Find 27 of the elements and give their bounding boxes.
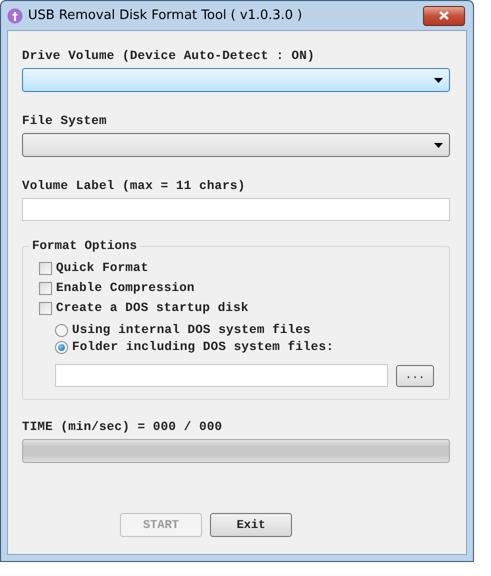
app-icon (7, 8, 23, 24)
close-icon (439, 11, 449, 20)
exit-button[interactable]: Exit (210, 513, 292, 537)
dropdown-arrow-icon (434, 142, 443, 148)
radio-button[interactable] (55, 340, 68, 354)
radio-label: Folder including DOS system files: (72, 340, 334, 354)
checkbox[interactable] (39, 282, 52, 294)
radio-label: Using internal DOS system files (72, 323, 311, 337)
checkbox-label: Create a DOS startup disk (56, 301, 249, 315)
browse-button[interactable]: ... (396, 364, 434, 386)
checkbox[interactable] (39, 302, 52, 314)
folder-path-field[interactable] (55, 364, 388, 387)
checkbox-label: Quick Format (56, 261, 148, 275)
time-label: TIME (min/sec) = 000 / 000 (22, 420, 224, 434)
close-button[interactable] (423, 6, 465, 26)
field-label: Drive Volume (Device Auto-Detect : ON) (22, 49, 316, 63)
field-label: Volume Label (max = 11 chars) (22, 179, 246, 193)
radio-button[interactable] (55, 324, 68, 336)
checkbox[interactable] (39, 262, 52, 274)
dropdown-arrow-icon (434, 78, 443, 82)
checkbox-label: Enable Compression (56, 281, 195, 295)
volume-label-field[interactable] (22, 198, 450, 221)
window-title: USB Removal Disk Format Tool ( v1.0.3.0 ) (28, 8, 304, 23)
file-system-dropdown[interactable] (22, 133, 450, 157)
drive-volume-dropdown[interactable] (22, 68, 450, 92)
field-label: File System (22, 114, 108, 128)
group-title: Format Options (29, 239, 140, 253)
